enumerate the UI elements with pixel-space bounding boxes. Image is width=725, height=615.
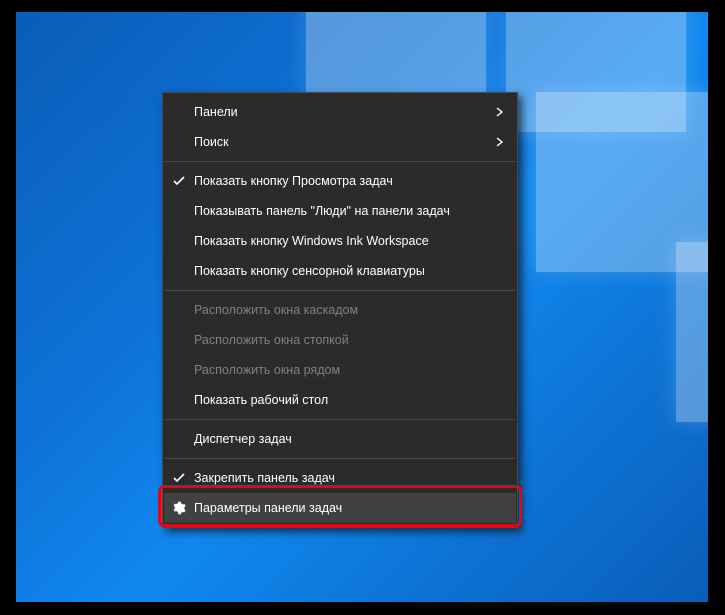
menu-item-label: Показать кнопку Просмотра задач (194, 174, 504, 188)
menu-item-label: Расположить окна стопкой (194, 333, 504, 347)
taskbar-context-menu: Панели Поиск Показать кнопку Просмотра з… (162, 92, 518, 528)
menu-item-label: Показать кнопку сенсорной клавиатуры (194, 264, 504, 278)
menu-item-show-touch-keyboard[interactable]: Показать кнопку сенсорной клавиатуры (164, 256, 516, 286)
menu-separator (165, 419, 515, 420)
menu-item-task-manager[interactable]: Диспетчер задач (164, 424, 516, 454)
menu-item-label: Параметры панели задач (194, 501, 504, 515)
chevron-right-icon (488, 107, 504, 117)
menu-item-label: Расположить окна рядом (194, 363, 504, 377)
menu-item-label: Показать кнопку Windows Ink Workspace (194, 234, 504, 248)
menu-item-show-desktop[interactable]: Показать рабочий стол (164, 385, 516, 415)
menu-item-label: Диспетчер задач (194, 432, 504, 446)
check-icon (164, 473, 194, 483)
menu-item-lock-taskbar[interactable]: Закрепить панель задач (164, 463, 516, 493)
menu-separator (165, 458, 515, 459)
gear-icon (164, 501, 194, 515)
menu-item-label: Расположить окна каскадом (194, 303, 504, 317)
menu-item-toolbars[interactable]: Панели (164, 97, 516, 127)
menu-separator (165, 290, 515, 291)
menu-item-stack-windows: Расположить окна стопкой (164, 325, 516, 355)
menu-item-label: Панели (194, 105, 488, 119)
menu-item-search[interactable]: Поиск (164, 127, 516, 157)
check-icon (164, 176, 194, 186)
menu-item-label: Закрепить панель задач (194, 471, 504, 485)
menu-item-label: Показывать панель "Люди" на панели задач (194, 204, 504, 218)
menu-item-side-by-side: Расположить окна рядом (164, 355, 516, 385)
menu-item-show-task-view[interactable]: Показать кнопку Просмотра задач (164, 166, 516, 196)
screenshot-frame: Панели Поиск Показать кнопку Просмотра з… (0, 0, 725, 615)
menu-item-show-people[interactable]: Показывать панель "Люди" на панели задач (164, 196, 516, 226)
menu-separator (165, 161, 515, 162)
menu-item-cascade-windows: Расположить окна каскадом (164, 295, 516, 325)
menu-item-label: Показать рабочий стол (194, 393, 504, 407)
decor-square (676, 242, 708, 422)
menu-item-taskbar-settings[interactable]: Параметры панели задач (164, 493, 516, 523)
menu-item-show-ink-workspace[interactable]: Показать кнопку Windows Ink Workspace (164, 226, 516, 256)
chevron-right-icon (488, 137, 504, 147)
menu-item-label: Поиск (194, 135, 488, 149)
desktop-background: Панели Поиск Показать кнопку Просмотра з… (16, 12, 708, 602)
